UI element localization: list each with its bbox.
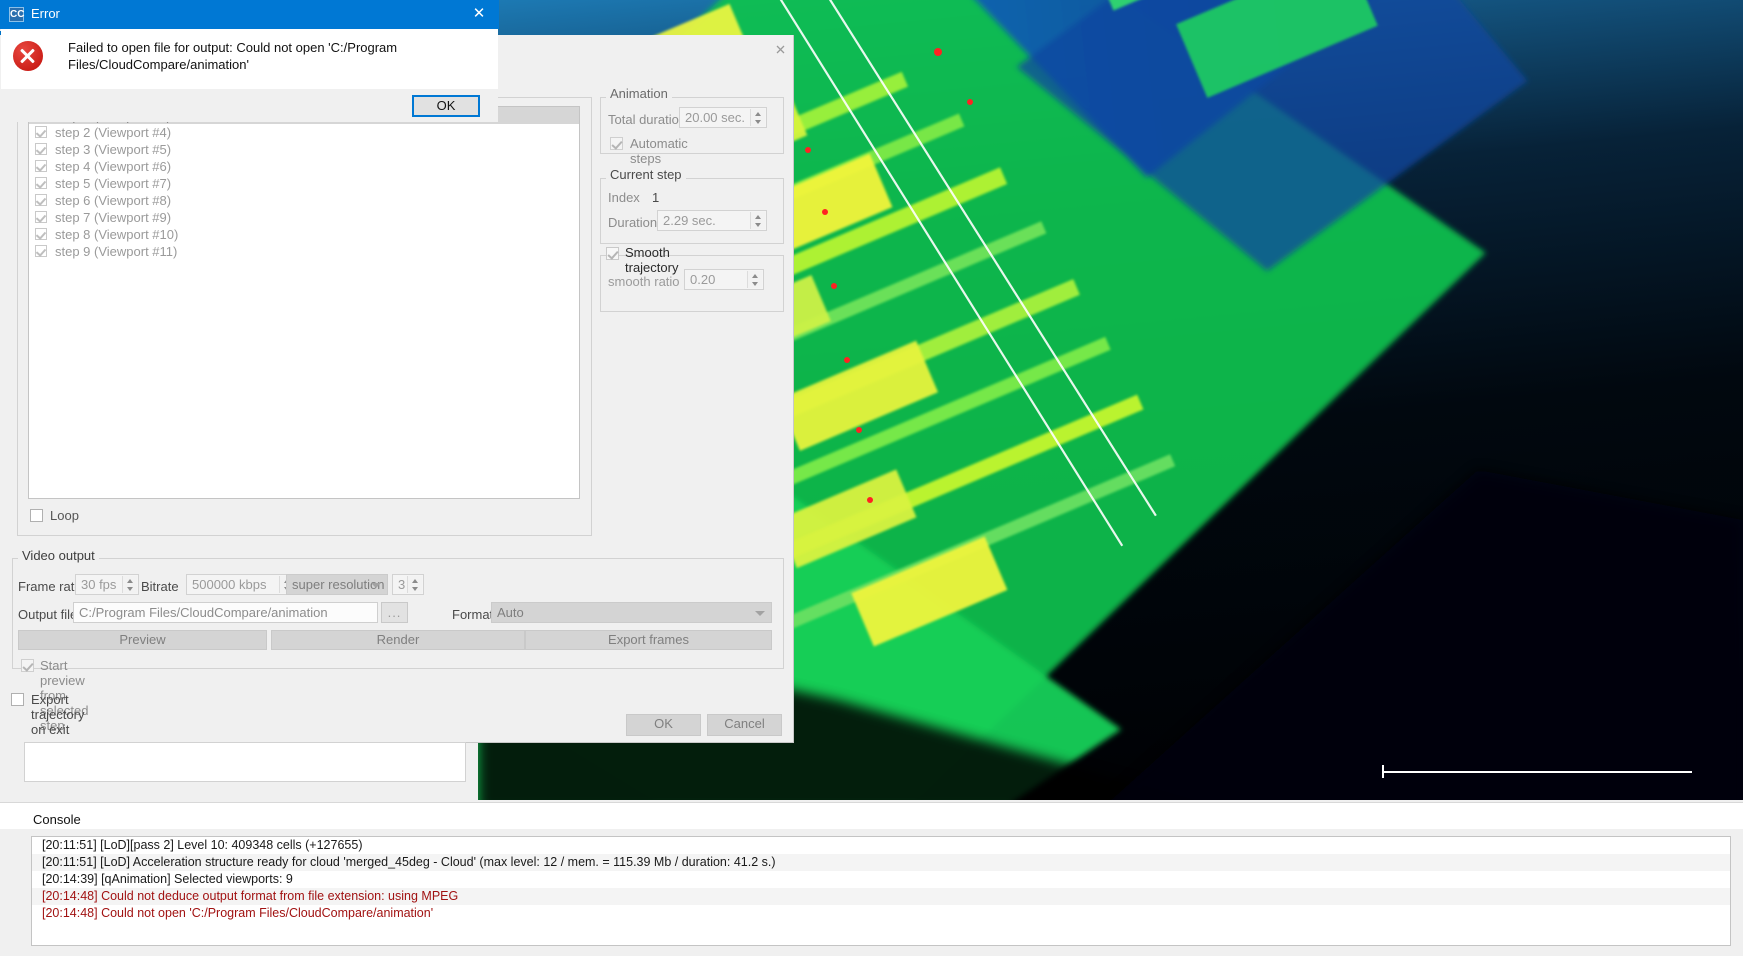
cc-icon: CC [9, 7, 24, 22]
chevron-down-icon [371, 583, 381, 588]
total-duration-input[interactable]: 20.00 sec. [679, 107, 767, 128]
format-value: Auto [497, 605, 524, 620]
animation-step-row[interactable]: step 8 (Viewport #10) [29, 226, 579, 243]
animation-step-label: step 8 (Viewport #10) [55, 227, 178, 242]
current-step-label: Current step [606, 167, 686, 182]
animation-step-row[interactable]: step 3 (Viewport #5) [29, 141, 579, 158]
smooth-trajectory-label: Smooth trajectory [625, 245, 678, 275]
total-duration-label: Total duration [608, 112, 686, 127]
export-trajectory-label: Export trajectory on exit [31, 692, 84, 737]
render-button[interactable]: Render [271, 630, 525, 650]
super-resolution-factor-input[interactable]: 3 [392, 574, 424, 595]
preview-button[interactable]: Preview [18, 630, 267, 650]
format-select[interactable]: Auto [491, 602, 772, 623]
smooth-trajectory-box[interactable] [606, 247, 619, 260]
step-duration-stepper[interactable] [750, 212, 765, 229]
step-duration-input[interactable]: 2.29 sec. [657, 210, 767, 231]
console-title: Console [33, 812, 81, 827]
animation-step-label: step 7 (Viewport #9) [55, 210, 171, 225]
bitrate-input[interactable]: 500000 kbps [186, 574, 296, 595]
animation-step-checkbox[interactable] [35, 126, 47, 138]
animation-step-label: step 4 (Viewport #6) [55, 159, 171, 174]
dialog-cancel-button[interactable]: Cancel [707, 714, 782, 736]
close-icon[interactable]: ✕ [467, 4, 491, 24]
animation-step-row[interactable]: step 7 (Viewport #9) [29, 209, 579, 226]
animation-step-row[interactable]: step 6 (Viewport #8) [29, 192, 579, 209]
smooth-ratio-label: smooth ratio [608, 274, 680, 289]
total-duration-value: 20.00 sec. [685, 110, 745, 125]
close-icon[interactable] [774, 43, 787, 56]
index-label: Index [608, 190, 640, 205]
dialog-ok-button[interactable]: OK [626, 714, 701, 736]
automatic-steps-duration-box[interactable] [610, 137, 623, 150]
animation-step-checkbox[interactable] [35, 177, 47, 189]
animation-settings-label: Animation [606, 86, 672, 101]
properties-panel-remnant [24, 742, 466, 782]
total-duration-stepper[interactable] [750, 109, 765, 126]
animation-step-row[interactable]: step 9 (Viewport #11) [29, 243, 579, 260]
console-message-list[interactable]: [20:11:51] [LoD][pass 2] Level 10: 40934… [31, 836, 1731, 946]
error-icon [13, 41, 43, 71]
format-label: Format [452, 607, 493, 622]
step-duration-value: 2.29 sec. [663, 213, 716, 228]
frame-rate-label: Frame rate [18, 579, 82, 594]
super-resolution-factor-value: 3 [398, 577, 405, 592]
smooth-ratio-value: 0.20 [690, 272, 715, 287]
console-titlebar [0, 802, 1743, 829]
animation-step-row[interactable]: step 2 (Viewport #4) [29, 124, 579, 141]
animation-step-label: step 9 (Viewport #11) [55, 244, 177, 259]
browse-button[interactable]: ... [381, 602, 408, 623]
left-lower-strip [0, 742, 24, 782]
export-trajectory-box[interactable] [11, 693, 24, 706]
animation-step-checkbox[interactable] [35, 143, 47, 155]
loop-checkbox-box[interactable] [30, 509, 43, 522]
animation-step-label: step 5 (Viewport #7) [55, 176, 171, 191]
animation-step-row[interactable]: step 5 (Viewport #7) [29, 175, 579, 192]
error-message: Failed to open file for output: Could no… [68, 39, 483, 73]
error-dialog-footer: OK [1, 89, 498, 122]
step-duration-label: Duration [608, 215, 657, 230]
error-ok-button[interactable]: OK [412, 95, 480, 117]
output-file-label: Output file [18, 607, 77, 622]
scale-bar-line [1382, 771, 1692, 773]
error-dialog: CC Error ✕ Failed to open file for outpu… [0, 0, 501, 124]
export-frames-button[interactable]: Export frames [525, 630, 772, 650]
console-line: [20:14:39] [qAnimation] Selected viewpor… [32, 871, 1730, 888]
super-resolution-factor-stepper[interactable] [407, 576, 422, 593]
console-line: [20:14:48] Could not open 'C:/Program Fi… [32, 905, 1730, 922]
error-dialog-body: Failed to open file for output: Could no… [1, 29, 498, 89]
smooth-ratio-input[interactable]: 0.20 [684, 269, 764, 290]
console-line: [20:14:48] Could not deduce output forma… [32, 888, 1730, 905]
console-line: [20:11:51] [LoD][pass 2] Level 10: 40934… [32, 837, 1730, 854]
animation-step-checkbox[interactable] [35, 160, 47, 172]
error-dialog-titlebar[interactable]: CC Error ✕ [0, 0, 499, 29]
console-line: [20:11:51] [LoD] Acceleration structure … [32, 854, 1730, 871]
animation-step-label: step 3 (Viewport #5) [55, 142, 171, 157]
animation-step-label: step 6 (Viewport #8) [55, 193, 171, 208]
animation-steps-list[interactable]: step 1 (Viewport #3)step 2 (Viewport #4)… [28, 106, 580, 499]
animation-step-label: step 2 (Viewport #4) [55, 125, 171, 140]
animation-step-checkbox[interactable] [35, 211, 47, 223]
index-value: 1 [652, 190, 659, 205]
bitrate-value: 500000 kbps [192, 577, 266, 592]
bitrate-label: Bitrate [141, 579, 179, 594]
loop-label: Loop [50, 508, 79, 523]
frame-rate-input[interactable]: 30 fps [75, 574, 139, 595]
animation-step-row[interactable]: step 4 (Viewport #6) [29, 158, 579, 175]
animation-step-checkbox[interactable] [35, 228, 47, 240]
video-output-label: Video output [18, 548, 99, 563]
animation-step-checkbox[interactable] [35, 245, 47, 257]
frame-rate-stepper[interactable] [122, 576, 137, 593]
frame-rate-value: 30 fps [81, 577, 116, 592]
smooth-ratio-stepper[interactable] [747, 271, 762, 288]
super-resolution-select[interactable]: super resolution [286, 574, 388, 595]
animation-step-checkbox[interactable] [35, 194, 47, 206]
chevron-down-icon [755, 611, 765, 616]
output-file-input[interactable]: C:/Program Files/CloudCompare/animation [73, 602, 378, 623]
error-dialog-title: Error [31, 6, 60, 21]
start-preview-box[interactable] [21, 659, 34, 672]
